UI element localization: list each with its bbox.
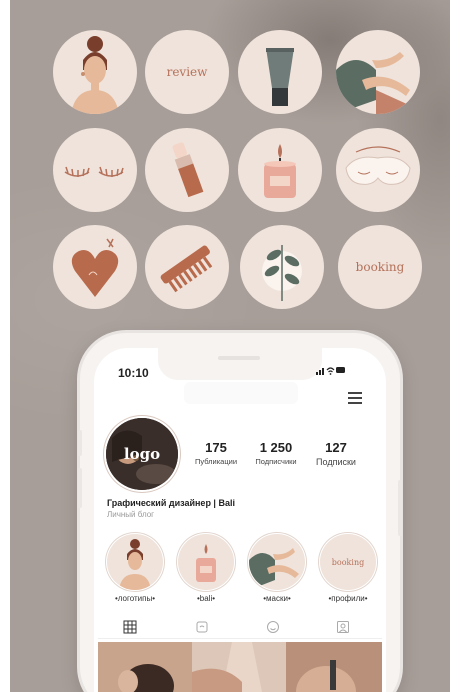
grid-icon[interactable] bbox=[123, 620, 137, 634]
stat-following[interactable]: 127 Подписки bbox=[308, 440, 364, 467]
highlight-cover-sleep-mask bbox=[336, 128, 420, 212]
highlight-cover-tube bbox=[238, 30, 322, 114]
menu-icon[interactable] bbox=[348, 392, 362, 404]
woman-icon bbox=[119, 539, 151, 590]
story-label-profiles: •профили• bbox=[328, 594, 368, 603]
stat-followers-value: 1 250 bbox=[259, 440, 293, 455]
tagged-icon[interactable] bbox=[336, 620, 350, 634]
stat-following-value: 127 bbox=[325, 440, 347, 455]
highlight-cover-legs bbox=[336, 30, 420, 114]
highlight-cover-woman bbox=[53, 30, 137, 114]
status-icons bbox=[316, 365, 346, 378]
highlight-cover-candle bbox=[238, 128, 322, 212]
sleep-mask-icon bbox=[345, 146, 411, 185]
highlight-cover-plant bbox=[240, 225, 324, 309]
story-label-masks: •маски• bbox=[263, 594, 291, 603]
legs-icon bbox=[249, 548, 299, 590]
signal-wifi-battery-icon bbox=[316, 367, 345, 375]
story-label-logos: •логотипы• bbox=[114, 594, 156, 603]
highlight-cover-lashes bbox=[53, 128, 137, 212]
story-highlight-bali[interactable] bbox=[178, 534, 234, 590]
username-field[interactable] bbox=[184, 382, 298, 404]
highlight-cover-comb bbox=[145, 225, 229, 309]
lipstick-icon bbox=[172, 142, 204, 198]
stat-posts-label: Публикации bbox=[194, 457, 238, 466]
grid-photo-3[interactable] bbox=[286, 642, 382, 692]
highlight-booking-text: booking bbox=[355, 260, 405, 274]
highlight-cover-lipstick bbox=[145, 128, 229, 212]
legs-icon bbox=[336, 52, 420, 114]
stat-following-label: Подписки bbox=[316, 457, 356, 467]
stat-followers-label: Подписчики bbox=[255, 457, 297, 466]
profile-category: Личный блог bbox=[107, 510, 155, 519]
volume-button bbox=[78, 430, 82, 456]
status-time: 10:10 bbox=[118, 366, 149, 380]
volume-button-2 bbox=[78, 468, 82, 508]
tube-icon bbox=[266, 48, 294, 106]
grid-photo-2[interactable] bbox=[192, 642, 286, 692]
stat-posts[interactable]: 175 Публикации bbox=[188, 440, 244, 466]
highlight-cover-review: review bbox=[145, 30, 229, 114]
story-highlight-logos[interactable] bbox=[107, 534, 163, 590]
highlight-cover-heart bbox=[53, 225, 137, 309]
phone-speaker bbox=[218, 356, 260, 360]
grid-photo-1[interactable] bbox=[98, 642, 192, 692]
stat-posts-value: 175 bbox=[205, 440, 227, 455]
story-highlight-profiles[interactable]: booking bbox=[320, 534, 376, 590]
heart-icon bbox=[71, 238, 119, 297]
stat-followers[interactable]: 1 250 Подписчики bbox=[248, 440, 304, 466]
comb-icon bbox=[160, 245, 213, 293]
frame-left bbox=[0, 0, 10, 692]
woman-icon bbox=[71, 36, 119, 114]
highlight-cover-booking: booking bbox=[338, 225, 422, 309]
story-label-bali: •bali• bbox=[196, 594, 216, 603]
story-highlight-masks[interactable] bbox=[249, 534, 305, 590]
power-button bbox=[398, 480, 402, 536]
frame-right bbox=[450, 0, 460, 692]
smile-icon[interactable] bbox=[266, 620, 280, 634]
candle-icon bbox=[196, 544, 216, 582]
reels-icon[interactable] bbox=[195, 620, 209, 634]
plant-icon bbox=[262, 245, 302, 301]
candle-icon bbox=[264, 144, 296, 198]
avatar-logo-text: logo bbox=[123, 445, 161, 463]
lashes-icon bbox=[64, 166, 124, 177]
story-booking-text: booking bbox=[331, 557, 365, 567]
highlight-review-text: review bbox=[166, 65, 208, 79]
profile-name: Графический дизайнер | Bali bbox=[107, 498, 235, 508]
tabs-divider bbox=[98, 638, 382, 639]
